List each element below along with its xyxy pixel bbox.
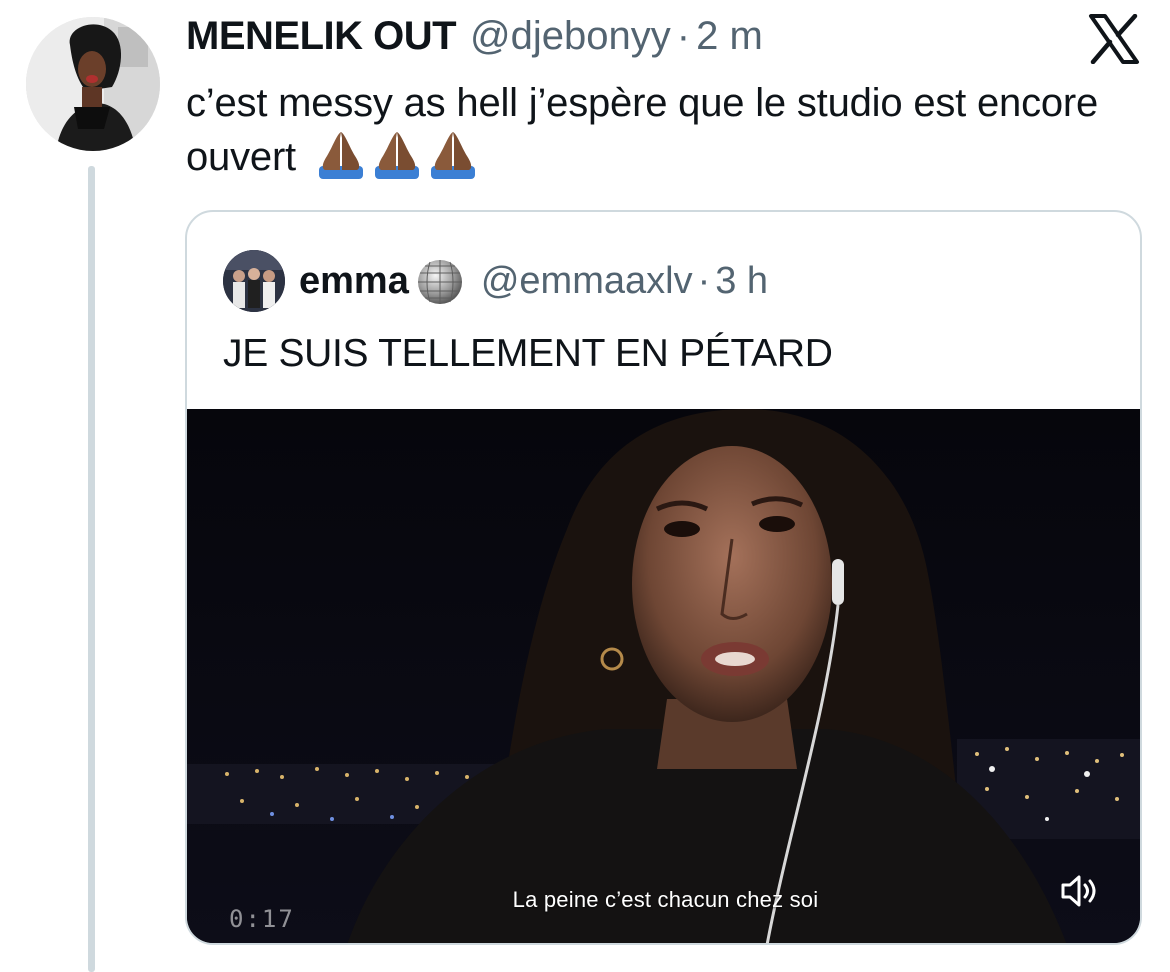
author-avatar[interactable]	[26, 17, 160, 151]
tweet[interactable]: MENELIK OUT @djebonyy · 2 m c’est messy …	[0, 0, 1170, 972]
folded-hands-icon	[374, 132, 419, 179]
separator-dot: ·	[676, 14, 691, 58]
quoted-post-text: JE SUIS TELLEMENT EN PÉTARD	[223, 332, 833, 375]
mirror-ball-icon	[417, 260, 462, 304]
quoted-post-card[interactable]: emma @emmaaxlv · 3 h JE SUIS TELLEMENT E…	[185, 210, 1142, 945]
thread-line	[88, 166, 95, 972]
quoted-handle[interactable]: @emmaaxlv	[481, 260, 693, 303]
author-handle[interactable]: @djebonyy	[470, 14, 671, 59]
video-player[interactable]: La peine c’est chacun chez soi 0:17	[187, 409, 1140, 943]
post-text-block: c’est messy as hell j’espère que le stud…	[186, 76, 1126, 194]
quoted-separator-dot: ·	[697, 259, 711, 302]
quoted-author-avatar[interactable]	[223, 250, 285, 312]
folded-hands-icon	[318, 132, 363, 179]
quoted-post-header: emma @emmaaxlv · 3 h	[299, 256, 768, 306]
video-subtitle: La peine c’est chacun chez soi	[512, 887, 819, 912]
post-header: MENELIK OUT @djebonyy · 2 m	[186, 14, 763, 64]
video-frame	[187, 409, 1140, 943]
speaker-muted-icon[interactable]	[1059, 873, 1099, 909]
post-time[interactable]: 2 m	[696, 14, 763, 59]
emoji-row	[315, 130, 483, 194]
video-elapsed-time: 0:17	[229, 905, 295, 933]
quoted-display-name[interactable]: emma	[299, 260, 409, 303]
author-display-name[interactable]: MENELIK OUT	[186, 14, 457, 59]
quoted-post-time[interactable]: 3 h	[715, 260, 768, 303]
x-logo-icon	[1089, 14, 1139, 64]
folded-hands-icon	[430, 132, 475, 179]
